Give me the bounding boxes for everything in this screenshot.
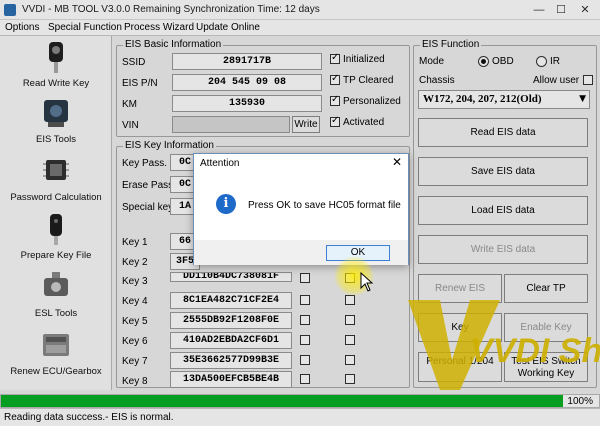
dialog-footer: OK	[194, 240, 408, 265]
mouse-cursor-icon	[360, 272, 374, 292]
dialog-message: Press OK to save HC05 format file	[248, 200, 401, 211]
dialog-title: Attention	[200, 158, 240, 169]
info-icon: i	[216, 194, 236, 214]
attention-dialog: Attention ✕ i Press OK to save HC05 form…	[193, 153, 409, 265]
dialog-close-icon[interactable]: ✕	[392, 155, 402, 169]
